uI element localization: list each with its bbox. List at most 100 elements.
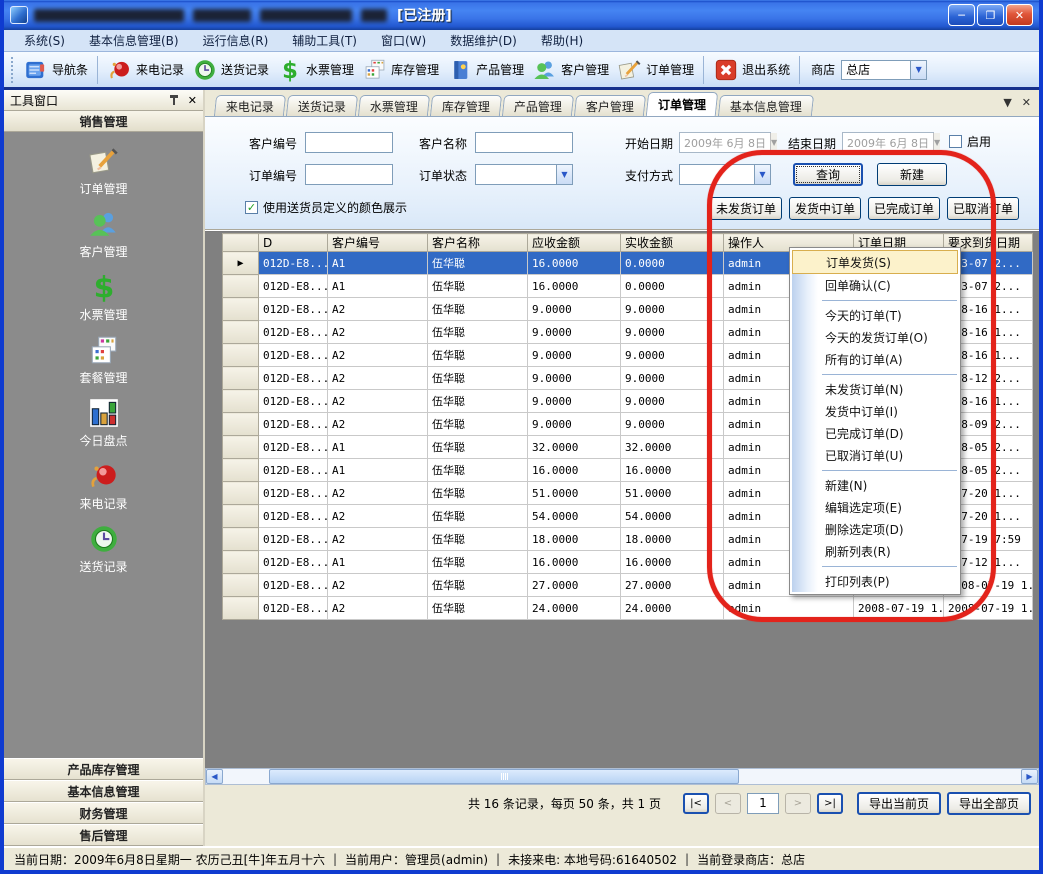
context-menu-item[interactable]: 新建(N) — [792, 474, 958, 496]
tab-产品管理[interactable]: 产品管理 — [502, 95, 574, 116]
sidebar-item-call-record[interactable]: 来电记录 — [44, 459, 164, 522]
tab-送货记录[interactable]: 送货记录 — [286, 95, 358, 116]
scroll-right-icon[interactable]: ▶ — [1021, 769, 1038, 784]
sidebar-item-customer[interactable]: 客户管理 — [44, 207, 164, 270]
filter-button-已取消订单[interactable]: 已取消订单 — [947, 197, 1019, 220]
filter-button-发货中订单[interactable]: 发货中订单 — [789, 197, 861, 220]
context-menu-item[interactable]: 打印列表(P) — [792, 570, 958, 592]
row-selector[interactable] — [223, 551, 259, 574]
row-selector[interactable] — [223, 436, 259, 459]
enable-checkbox[interactable] — [949, 135, 962, 148]
sidebar-item-water-ticket[interactable]: $水票管理 — [44, 270, 164, 333]
row-selector[interactable] — [223, 413, 259, 436]
context-menu-item[interactable]: 所有的订单(A) — [792, 348, 958, 370]
menubar-item[interactable]: 窗口(W) — [369, 30, 438, 51]
order-no-input[interactable] — [305, 164, 393, 185]
context-menu-item[interactable]: 回单确认(C) — [792, 274, 958, 296]
context-menu-item[interactable]: 已取消订单(U) — [792, 444, 958, 466]
menubar-item[interactable]: 系统(S) — [12, 30, 77, 51]
toolbar-button-exit[interactable]: 退出系统 — [709, 55, 794, 85]
maximize-button[interactable]: ❐ — [977, 4, 1004, 26]
chevron-down-icon[interactable]: ▼ — [933, 133, 940, 152]
context-menu-item[interactable]: 已完成订单(D) — [792, 422, 958, 444]
sidebar-group-button[interactable]: 基本信息管理 — [4, 780, 203, 802]
tab-close-icon[interactable]: ✕ — [1022, 96, 1031, 109]
tab-list-dropdown-icon[interactable]: ▼ — [1003, 96, 1011, 109]
column-header[interactable] — [223, 234, 259, 252]
end-date-picker[interactable]: 2009年 6月 8日 ▼ — [842, 132, 934, 153]
tool-window-close-icon[interactable]: ✕ — [188, 94, 197, 107]
context-menu-item[interactable]: 订单发货(S) — [792, 250, 958, 274]
scrollbar-track[interactable] — [223, 769, 1021, 784]
menubar-item[interactable]: 基本信息管理(B) — [77, 30, 191, 51]
row-selector[interactable]: ▶ — [223, 252, 259, 275]
customer-no-input[interactable] — [305, 132, 393, 153]
sidebar-group-button[interactable]: 财务管理 — [4, 802, 203, 824]
sidebar-group-button[interactable]: 产品库存管理 — [4, 758, 203, 780]
context-menu-item[interactable]: 刷新列表(R) — [792, 540, 958, 562]
new-button[interactable]: 新建 — [877, 163, 947, 186]
chevron-down-icon[interactable]: ▼ — [556, 165, 572, 184]
toolbar-button-inventory[interactable]: 库存管理 — [358, 55, 443, 85]
row-selector[interactable] — [223, 344, 259, 367]
horizontal-scrollbar[interactable]: ◀ ▶ — [205, 768, 1039, 785]
export-all-pages-button[interactable]: 导出全部页 — [947, 792, 1031, 815]
column-header[interactable]: 应收金额 — [528, 234, 621, 252]
export-current-page-button[interactable]: 导出当前页 — [857, 792, 941, 815]
customer-name-input[interactable] — [475, 132, 573, 153]
tab-水票管理[interactable]: 水票管理 — [358, 95, 430, 116]
toolbar-button-product[interactable]: 产品管理 — [443, 55, 528, 85]
tab-订单管理[interactable]: 订单管理 — [646, 92, 719, 116]
toolbar-button-water-ticket[interactable]: $水票管理 — [273, 55, 358, 85]
context-menu-item[interactable]: 发货中订单(I) — [792, 400, 958, 422]
row-selector[interactable] — [223, 597, 259, 620]
toolbar-grip[interactable] — [11, 57, 16, 83]
sidebar-item-combo-meal[interactable]: 套餐管理 — [44, 333, 164, 396]
menubar-item[interactable]: 数据维护(D) — [438, 30, 529, 51]
filter-button-已完成订单[interactable]: 已完成订单 — [868, 197, 940, 220]
minimize-button[interactable]: ─ — [948, 4, 975, 26]
sidebar-item-delivery-record[interactable]: 送货记录 — [44, 522, 164, 585]
row-selector[interactable] — [223, 321, 259, 344]
pin-icon[interactable] — [168, 94, 180, 106]
context-menu-item[interactable]: 今天的订单(T) — [792, 304, 958, 326]
row-selector[interactable] — [223, 574, 259, 597]
row-selector[interactable] — [223, 505, 259, 528]
sidebar-group-button[interactable]: 售后管理 — [4, 824, 203, 846]
row-selector[interactable] — [223, 298, 259, 321]
column-header[interactable]: 客户编号 — [328, 234, 428, 252]
toolbar-button-delivery-record[interactable]: 送货记录 — [188, 55, 273, 85]
scrollbar-thumb[interactable] — [269, 769, 739, 784]
enable-checkbox-row[interactable]: 启用 — [949, 133, 991, 150]
column-header[interactable]: D — [259, 234, 328, 252]
sidebar-item-order[interactable]: 订单管理 — [44, 144, 164, 207]
order-status-select[interactable]: ▼ — [475, 164, 573, 185]
menubar-item[interactable]: 辅助工具(T) — [280, 30, 369, 51]
tab-库存管理[interactable]: 库存管理 — [430, 95, 502, 116]
close-button[interactable]: ✕ — [1006, 4, 1033, 26]
tab-来电记录[interactable]: 来电记录 — [214, 95, 286, 116]
prev-page-button[interactable]: < — [715, 793, 741, 814]
scroll-left-icon[interactable]: ◀ — [206, 769, 223, 784]
column-header[interactable]: 客户名称 — [428, 234, 528, 252]
toolbar-button-order[interactable]: 订单管理 — [613, 55, 698, 85]
column-header[interactable]: 实收金额 — [621, 234, 724, 252]
chevron-down-icon[interactable]: ▼ — [770, 133, 777, 152]
page-number-input[interactable]: 1 — [747, 793, 779, 814]
row-selector[interactable] — [223, 367, 259, 390]
menubar-item[interactable]: 帮助(H) — [529, 30, 595, 51]
menubar-item[interactable]: 运行信息(R) — [191, 30, 281, 51]
toolbar-button-customer[interactable]: 客户管理 — [528, 55, 613, 85]
sidebar-section-sales[interactable]: 销售管理 — [4, 111, 203, 132]
query-button[interactable]: 查询 — [793, 163, 863, 186]
row-selector[interactable] — [223, 459, 259, 482]
context-menu-item[interactable]: 删除选定项(D) — [792, 518, 958, 540]
table-row[interactable]: 012D-E8...A2伍华聪24.000024.0000admin2008-0… — [223, 597, 1033, 620]
toolbar-button-call-record[interactable]: 来电记录 — [103, 55, 188, 85]
filter-button-未发货订单[interactable]: 未发货订单 — [710, 197, 782, 220]
color-checkbox-row[interactable]: ✓ 使用送货员定义的颜色展示 — [245, 199, 407, 216]
pay-method-select[interactable]: ▼ — [679, 164, 771, 185]
context-menu-item[interactable]: 今天的发货订单(O) — [792, 326, 958, 348]
next-page-button[interactable]: > — [785, 793, 811, 814]
row-selector[interactable] — [223, 482, 259, 505]
